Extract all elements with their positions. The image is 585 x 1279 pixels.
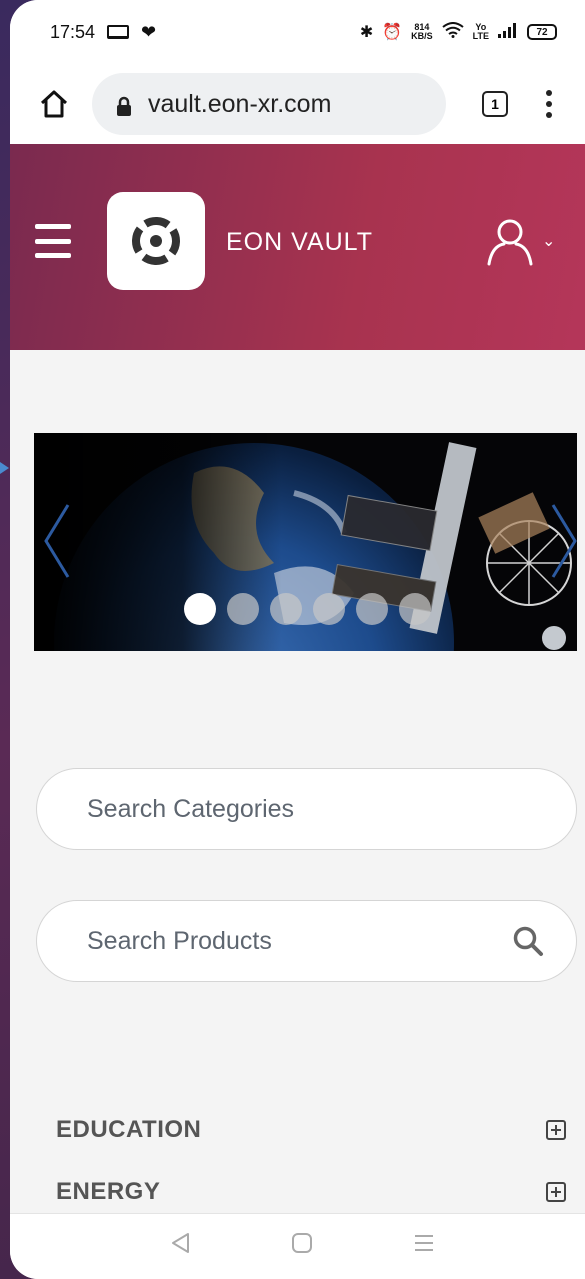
edge-indicator (0, 462, 9, 474)
image-carousel[interactable] (34, 433, 577, 651)
signal-icon (498, 22, 518, 43)
search-products-placeholder: Search Products (87, 926, 272, 955)
carousel-dot[interactable] (270, 593, 302, 625)
address-bar[interactable]: vault.eon-xr.com (92, 73, 446, 135)
carousel-prev-button[interactable] (42, 501, 72, 586)
dot-icon (546, 101, 552, 107)
recents-icon[interactable] (413, 1232, 435, 1261)
search-categories-input[interactable]: Search Categories (36, 768, 577, 850)
search-icon[interactable] (512, 925, 544, 964)
battery-icon: 72 (527, 24, 557, 40)
brand-name: EON VAULT (226, 228, 373, 256)
user-account-button[interactable]: ⌄ (484, 216, 555, 266)
chevron-down-icon: ⌄ (542, 233, 556, 250)
tab-switcher-button[interactable]: 1 (482, 91, 508, 117)
hamburger-menu-button[interactable] (35, 224, 71, 258)
logo[interactable] (107, 192, 205, 290)
eon-logo-icon (132, 217, 180, 265)
category-item-energy[interactable]: ENERGY (56, 1178, 566, 1206)
site-header: EON VAULT ⌄ (10, 144, 585, 350)
expand-plus-icon[interactable] (546, 1182, 566, 1202)
category-label: ENERGY (56, 1178, 161, 1205)
carousel-dot[interactable] (356, 593, 388, 625)
search-categories-placeholder: Search Categories (87, 794, 295, 823)
carousel-dot[interactable] (227, 593, 259, 625)
bluetooth-icon: ✱ (359, 24, 374, 41)
alarm-icon: ⏰ (382, 24, 403, 41)
dot-icon (546, 112, 552, 118)
browser-toolbar: vault.eon-xr.com 1 (10, 64, 585, 144)
menu-line (35, 238, 71, 244)
category-label: EDUCATION (56, 1116, 202, 1143)
browser-menu-button[interactable] (546, 90, 552, 118)
carousel-dot[interactable] (399, 593, 431, 625)
wifi-icon (442, 21, 464, 43)
home-icon (40, 90, 68, 118)
user-icon (487, 219, 533, 266)
carousel-dot[interactable] (313, 593, 345, 625)
expand-plus-icon[interactable] (546, 1120, 566, 1140)
menu-line (35, 253, 71, 258)
network-speed: 814 KB/S (411, 23, 433, 41)
dot-icon (546, 90, 552, 96)
url-text: vault.eon-xr.com (148, 89, 332, 118)
back-icon[interactable] (170, 1232, 192, 1261)
speed-unit: KB/S (411, 31, 433, 41)
status-time: 17:54 (50, 21, 96, 42)
system-navigation-bar (10, 1213, 585, 1279)
carousel-next-button[interactable] (549, 501, 577, 586)
search-products-input[interactable]: Search Products (36, 900, 577, 982)
carousel-dot[interactable] (184, 593, 216, 625)
category-item-education[interactable]: EDUCATION (56, 1116, 566, 1144)
menu-line (35, 224, 71, 229)
carousel-pagination (184, 593, 431, 625)
home-circle-icon[interactable] (291, 1232, 313, 1261)
chevron-right-icon (551, 504, 577, 578)
chevron-left-icon (44, 504, 70, 578)
phone-screen: 17:54 ❤ ✱ ⏰ 814 KB/S Yo LTE 72 vault.eon… (10, 0, 585, 1279)
home-button[interactable] (34, 84, 74, 124)
lock-icon (116, 94, 132, 116)
heart-icon: ❤ (141, 21, 157, 42)
network-type: Yo LTE (473, 23, 489, 41)
status-bar: 17:54 ❤ ✱ ⏰ 814 KB/S Yo LTE 72 (10, 0, 585, 64)
laptop-icon (107, 25, 130, 39)
network-type-bottom: LTE (472, 31, 489, 41)
